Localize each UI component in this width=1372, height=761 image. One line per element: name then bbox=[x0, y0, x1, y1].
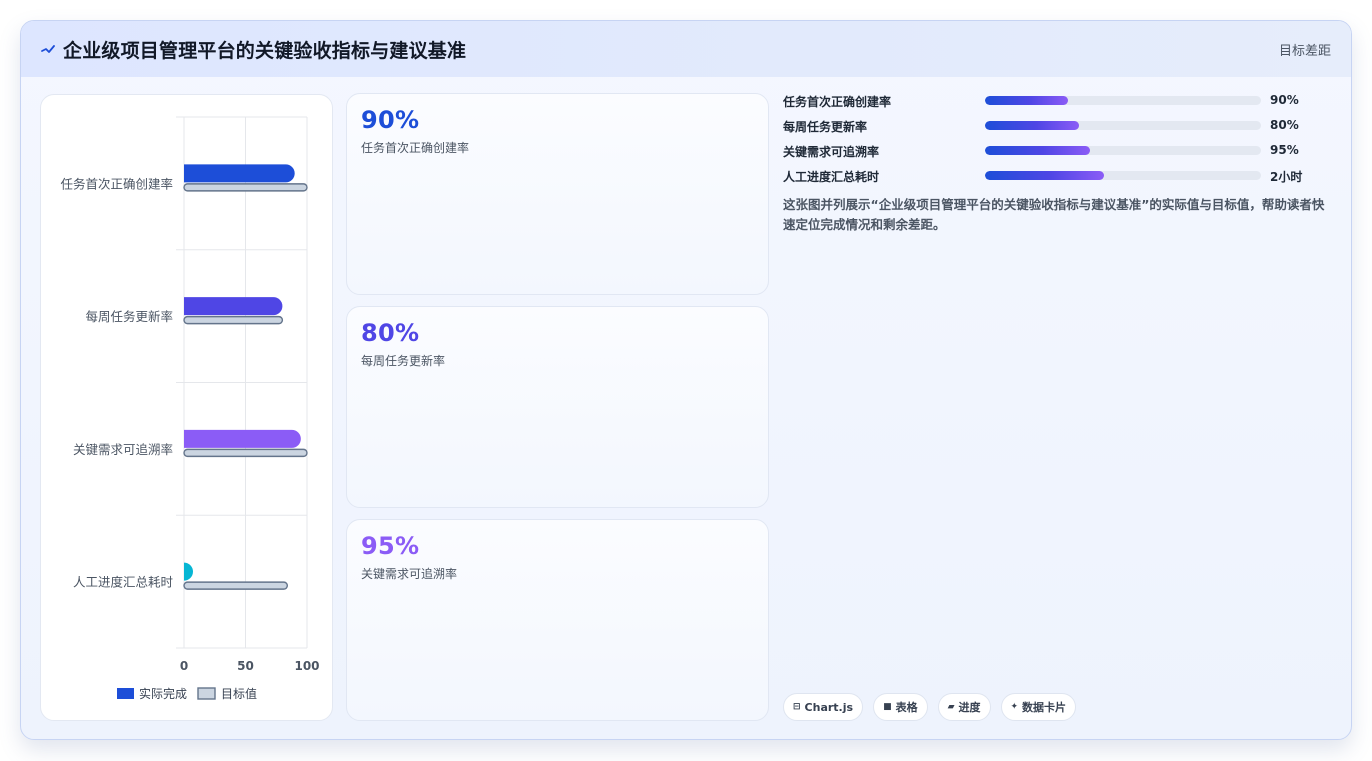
progress-row: 人工进度汇总耗时 2小时 bbox=[783, 168, 1343, 193]
x-tick-label: 0 bbox=[180, 659, 188, 673]
progress-track bbox=[985, 96, 1261, 105]
metric-card: 80% 每周任务更新率 bbox=[346, 306, 769, 508]
metric-value: 90% bbox=[361, 106, 420, 134]
tag-list: ⊟ Chart.js ■ 表格 ▰ 进度 ✦ 数据卡片 bbox=[783, 693, 1077, 721]
bar-chart: 任务首次正确创建率每周任务更新率关键需求可追溯率人工进度汇总耗时 0 50 100 实际… bbox=[60, 116, 320, 701]
table-icon: ■ bbox=[883, 702, 892, 712]
progress-fill bbox=[985, 146, 1090, 155]
actual-bar bbox=[184, 429, 301, 448]
progress-fill bbox=[985, 171, 1104, 180]
progress-label: 人工进度汇总耗时 bbox=[783, 170, 880, 184]
progress-track bbox=[985, 146, 1261, 155]
dashboard-frame: 企业级项目管理平台的关键验收指标与建议基准 目标差距 任务首次正确创建率 每周任务… bbox=[20, 20, 1352, 740]
progress-label: 关键需求可追溯率 bbox=[783, 145, 880, 159]
legend-swatch-target bbox=[197, 687, 216, 700]
progress-list: 任务首次正确创建率 90% 每周任务更新率 80% 关键需求可追溯率 95% 人… bbox=[783, 93, 1343, 193]
category-label: 关键需求可追溯率 bbox=[73, 442, 173, 457]
legend-label: 目标值 bbox=[221, 686, 257, 701]
progress-icon: ▰ bbox=[947, 702, 955, 712]
bar-chart-card: 任务首次正确创建率每周任务更新率关键需求可追溯率 人工进度汇总耗时 0 50 100 实际… bbox=[40, 94, 333, 721]
metric-label: 任务首次正确创建率 bbox=[361, 141, 470, 155]
pulse-icon bbox=[41, 45, 55, 53]
sparkle-icon: ✦ bbox=[1010, 702, 1019, 712]
category-label: 每周任务更新率 bbox=[85, 309, 173, 324]
progress-fill bbox=[985, 96, 1068, 105]
tag-label: 数据卡片 bbox=[1022, 701, 1067, 714]
metric-label: 关键需求可追溯率 bbox=[361, 567, 458, 581]
page-title: 企业级项目管理平台的关键验收指标与建议基准 bbox=[63, 40, 467, 62]
metric-value: 95% bbox=[361, 532, 420, 560]
tag-label: 表格 bbox=[895, 701, 918, 714]
tag-label: Chart.js bbox=[804, 700, 854, 714]
target-bar bbox=[183, 581, 289, 590]
tag-table[interactable]: ■ 表格 bbox=[873, 693, 928, 721]
metric-card: 95% 关键需求可追溯率 bbox=[346, 519, 769, 721]
x-tick-label: 50 bbox=[237, 659, 254, 673]
chart-description: 这张图并列展示“企业级项目管理平台的关键验收指标与建议基准”的实际值与目标值，帮… bbox=[783, 197, 1325, 232]
x-tick-label: 100 bbox=[294, 659, 319, 673]
tag-label: 进度 bbox=[958, 701, 981, 714]
legend-label: 实际完成 bbox=[139, 686, 187, 701]
target-bar bbox=[183, 448, 308, 458]
progress-row: 关键需求可追溯率 95% bbox=[783, 143, 1343, 168]
category-label: 人工进度汇总耗时 bbox=[73, 575, 174, 590]
chart-icon: ⊟ bbox=[793, 702, 801, 712]
metric-card: 90% 任务首次正确创建率 bbox=[346, 93, 769, 295]
progress-label: 任务首次正确创建率 bbox=[783, 95, 892, 109]
progress-value: 2小时 bbox=[1270, 170, 1303, 184]
metric-label: 每周任务更新率 bbox=[361, 354, 446, 368]
actual-bar bbox=[184, 562, 193, 581]
progress-row: 任务首次正确创建率 90% bbox=[783, 93, 1343, 118]
header-bar: 企业级项目管理平台的关键验收指标与建议基准 目标差距 bbox=[21, 21, 1351, 77]
category-label: 任务首次正确创建率 bbox=[60, 176, 173, 191]
tag-data-card[interactable]: ✦ 数据卡片 bbox=[1000, 693, 1077, 721]
progress-row: 每周任务更新率 80% bbox=[783, 118, 1343, 143]
progress-fill bbox=[985, 121, 1079, 130]
tag-progress[interactable]: ▰ 进度 bbox=[937, 693, 991, 721]
legend-swatch-actual bbox=[117, 688, 134, 699]
target-gap-label[interactable]: 目标差距 bbox=[1279, 40, 1331, 59]
actual-bar bbox=[184, 164, 295, 183]
metric-value: 80% bbox=[361, 319, 420, 347]
actual-bar bbox=[184, 297, 283, 316]
progress-label: 每周任务更新率 bbox=[783, 120, 868, 134]
tag-chartjs[interactable]: ⊟ Chart.js bbox=[783, 693, 864, 721]
progress-value: 90% bbox=[1270, 93, 1299, 107]
progress-value: 95% bbox=[1270, 143, 1299, 157]
target-bar bbox=[183, 315, 284, 325]
target-bar bbox=[183, 183, 308, 192]
progress-track bbox=[985, 121, 1261, 130]
progress-value: 80% bbox=[1270, 118, 1299, 132]
progress-track bbox=[985, 171, 1261, 180]
